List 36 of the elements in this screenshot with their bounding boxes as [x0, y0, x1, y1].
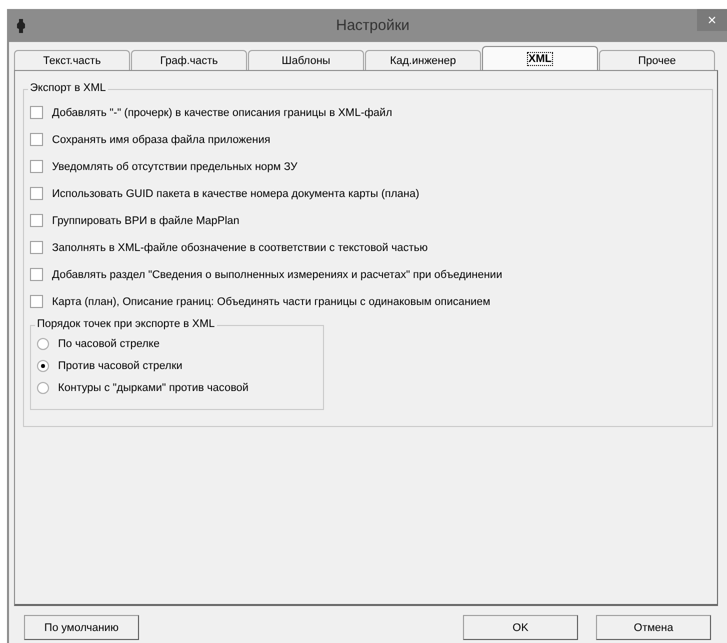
checkbox[interactable] [30, 160, 43, 173]
checkbox[interactable] [30, 295, 43, 308]
checkbox-label[interactable]: Уведомлять об отсутствии предельных норм ЗУ [52, 160, 298, 172]
checkbox[interactable] [30, 187, 43, 200]
checkbox[interactable] [30, 106, 43, 119]
checkbox-label[interactable]: Группировать ВРИ в файле MapPlan [52, 214, 240, 226]
tab[interactable]: XML [482, 46, 598, 70]
tab[interactable]: Шаблоны [248, 50, 364, 70]
checkbox-label[interactable]: Использовать GUID пакета в качестве номера документа карты (плана) [52, 188, 420, 200]
checkbox-label[interactable]: Сохранять имя образа файла приложения [52, 134, 270, 146]
close-button[interactable]: × [697, 9, 727, 31]
tab[interactable]: Прочее [599, 50, 715, 70]
radio-label[interactable]: Против часовой стрелки [58, 360, 182, 372]
ok-button[interactable]: OK [463, 615, 578, 640]
checkbox[interactable] [30, 214, 43, 227]
radio-label[interactable]: По часовой стрелке [58, 338, 160, 350]
checkbox[interactable] [30, 268, 43, 281]
tab[interactable]: Кад.инженер [365, 50, 481, 70]
group-title: Порядок точек при экспорте в XML [35, 318, 217, 330]
group-title: Экспорт в XML [28, 82, 108, 94]
checkbox-label[interactable]: Добавлять "-" (прочерк) в качестве описания границы в XML-файл [52, 106, 392, 118]
checkbox-label[interactable]: Карта (план), Описание границ: Объединять части границы с одинаковым описанием [52, 296, 490, 308]
checkbox[interactable] [30, 133, 43, 146]
radio-button[interactable] [37, 360, 49, 372]
tab[interactable]: Текст.часть [14, 50, 130, 70]
window-title: Настройки [336, 17, 410, 34]
default-button[interactable]: По умолчанию [24, 615, 139, 640]
checkbox-label[interactable]: Добавлять раздел "Сведения о выполненных измерениях и расчетах" при объединении [52, 268, 502, 280]
tab[interactable]: Граф.часть [131, 50, 247, 70]
checkbox[interactable] [30, 241, 43, 254]
radio-label[interactable]: Контуры с "дырками" против часовой [58, 382, 249, 394]
app-icon [16, 18, 26, 34]
checkbox-label[interactable]: Заполнять в XML-файле обозначение в соответствии с текстовой частью [52, 242, 428, 254]
radio-button[interactable] [37, 338, 49, 350]
cancel-button[interactable]: Отмена [596, 615, 711, 640]
radio-button[interactable] [37, 382, 49, 394]
